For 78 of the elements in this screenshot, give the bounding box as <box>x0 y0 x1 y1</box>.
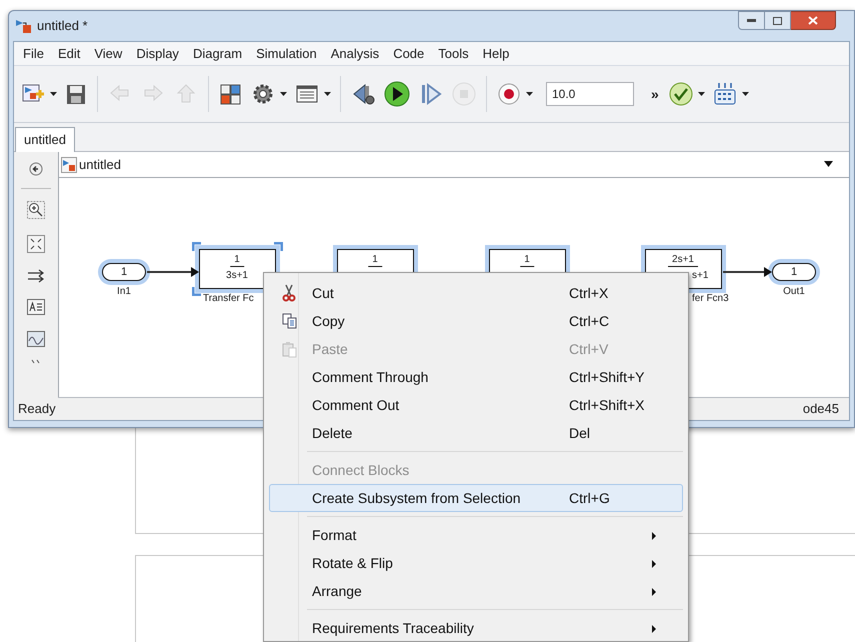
check-icon[interactable] <box>668 82 693 106</box>
block-label: fer Fcn3 <box>692 292 729 306</box>
minimize-button[interactable] <box>738 11 765 30</box>
caret-icon[interactable] <box>324 92 331 96</box>
menu-item[interactable]: Copy Ctrl+C <box>269 307 683 335</box>
submenu-arrow-icon <box>652 532 656 540</box>
block-label: Transfer Fc <box>203 292 254 306</box>
menu-item[interactable]: View <box>87 42 130 66</box>
submenu-arrow-icon <box>652 560 656 568</box>
block-label: Out1 <box>782 285 806 299</box>
menu-item[interactable]: Comment Through Ctrl+Shift+Y <box>269 363 683 391</box>
image-icon[interactable] <box>27 331 45 347</box>
outport-block: 1 <box>772 263 816 281</box>
menu-item[interactable]: Diagram <box>186 42 250 66</box>
caret-icon[interactable] <box>742 92 749 96</box>
inport-block: 1 <box>102 263 146 281</box>
zoom-icon[interactable] <box>27 201 45 219</box>
numerator-text: 1 <box>520 253 534 267</box>
window-title: untitled * <box>37 17 88 36</box>
close-icon <box>808 16 818 25</box>
submenu-arrow-icon <box>652 588 656 596</box>
menu-item[interactable]: Comment Out Ctrl+Shift+X <box>269 391 683 419</box>
copy-icon <box>282 313 296 329</box>
menu-item[interactable]: Simulation <box>249 42 324 66</box>
menu-item[interactable]: Tools <box>431 42 476 66</box>
menu-item[interactable]: Arrange <box>269 577 683 605</box>
denominator-text: s+1 <box>692 269 708 282</box>
model-icon <box>61 156 77 172</box>
record-icon[interactable] <box>497 82 521 106</box>
save-icon[interactable] <box>65 83 87 105</box>
close-button[interactable] <box>791 11 836 30</box>
submenu-arrow-icon <box>652 625 656 633</box>
menu-item[interactable]: Format <box>269 521 683 549</box>
grid-icon[interactable] <box>712 82 737 106</box>
arrows-icon[interactable] <box>27 269 45 283</box>
caret-icon[interactable] <box>526 92 533 96</box>
menu-item[interactable]: Cut Ctrl+X <box>269 279 683 307</box>
denominator-text: 3s+1 <box>226 269 248 282</box>
menu-item[interactable]: File <box>16 42 51 66</box>
app-icon <box>15 17 33 35</box>
solver-text: ode45 <box>802 400 839 418</box>
caret-icon[interactable] <box>280 92 287 96</box>
signal-line <box>723 267 772 277</box>
step-forward-icon[interactable] <box>419 82 443 106</box>
scissors-icon <box>282 284 296 302</box>
menu-item[interactable]: Edit <box>50 42 88 66</box>
library-icon[interactable] <box>219 82 242 106</box>
caret-icon[interactable] <box>698 92 705 96</box>
dropdown-icon[interactable] <box>824 161 833 167</box>
menu-item[interactable]: Code <box>386 42 432 66</box>
numerator-text: 1 <box>368 253 382 267</box>
caret-icon[interactable] <box>50 92 57 96</box>
maximize-icon <box>773 16 782 24</box>
breadcrumb-text[interactable]: untitled <box>79 154 121 174</box>
status-text: Ready <box>17 400 56 418</box>
menu-item[interactable]: Display <box>129 42 186 66</box>
annotation-icon[interactable] <box>27 299 45 315</box>
menu-item[interactable]: Create Subsystem from Selection Ctrl+G <box>269 484 683 512</box>
signal-line <box>147 267 199 277</box>
numerator-text: 1 <box>230 253 244 267</box>
back-icon[interactable] <box>29 162 43 176</box>
tab[interactable]: untitled <box>15 127 75 152</box>
stop-time-field[interactable]: 10.0 <box>546 82 634 106</box>
step-back-icon[interactable] <box>351 82 375 106</box>
menu-item[interactable]: Rotate & Flip <box>269 549 683 577</box>
overflow-button[interactable]: » <box>651 84 659 104</box>
run-icon[interactable] <box>384 81 410 107</box>
menu-item[interactable]: Delete Del <box>269 419 683 447</box>
menu-item[interactable]: Help <box>476 42 516 66</box>
gear-icon[interactable] <box>251 82 275 106</box>
menu-item[interactable]: Requirements Traceability <box>269 614 683 642</box>
minimize-icon <box>747 19 756 22</box>
numerator-text: 2s+1 <box>668 253 698 267</box>
fit-view-icon[interactable] <box>27 235 45 253</box>
menu-item[interactable]: Analysis <box>324 42 386 66</box>
maximize-button[interactable] <box>765 11 791 30</box>
block-label: In1 <box>116 285 132 299</box>
more-icon[interactable] <box>31 359 41 364</box>
